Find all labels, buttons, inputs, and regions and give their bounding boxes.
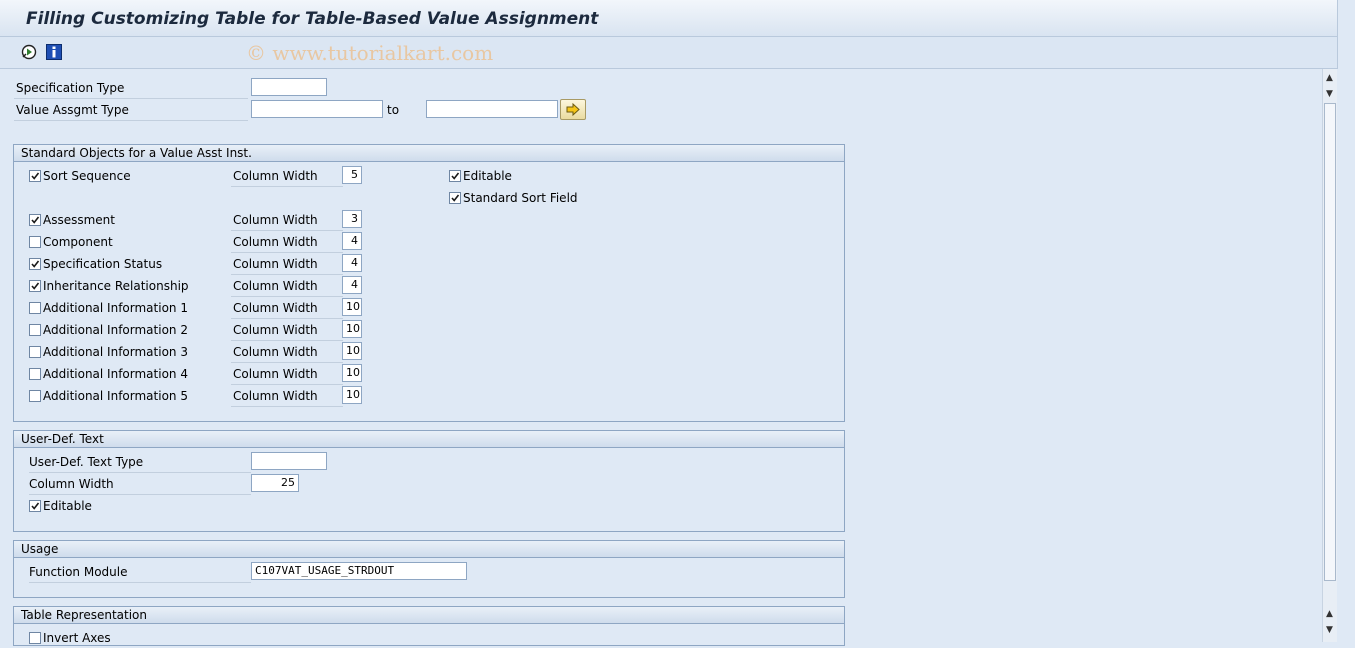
user-def-text-group: User-Def. Text User-Def. Text Type Colum… bbox=[13, 430, 845, 532]
sort-sequence-column-width-label: Column Width bbox=[231, 166, 343, 187]
sort-sequence-column-width-input[interactable]: 5 bbox=[342, 166, 362, 184]
specification-status-checkbox[interactable] bbox=[29, 258, 41, 270]
function-module-label: Function Module bbox=[29, 562, 251, 583]
additional-information-2-column-width-label: Column Width bbox=[231, 320, 343, 341]
additional-information-5-checkbox[interactable] bbox=[29, 390, 41, 402]
function-module-input[interactable]: C107VAT_USAGE_STRDOUT bbox=[251, 562, 467, 580]
additional-information-3-checkbox[interactable] bbox=[29, 346, 41, 358]
component-column-width-label: Column Width bbox=[231, 232, 343, 253]
vertical-scrollbar[interactable]: ▲ ▼ ▲ ▼ bbox=[1322, 69, 1337, 642]
usage-group: Usage Function Module C107VAT_USAGE_STRD… bbox=[13, 540, 845, 598]
value-assgmt-to-input[interactable] bbox=[426, 100, 558, 118]
user-text-width-label: Column Width bbox=[29, 474, 251, 495]
component-label: Component bbox=[43, 235, 113, 249]
title-bar: Filling Customizing Table for Table-Base… bbox=[0, 0, 1338, 37]
application-toolbar: © www.tutorialkart.com bbox=[0, 37, 1338, 69]
spec-type-input[interactable] bbox=[251, 78, 327, 96]
inheritance-relationship-column-width-input[interactable]: 4 bbox=[342, 276, 362, 294]
multiple-selection-button[interactable] bbox=[560, 99, 586, 120]
value-assgmt-label: Value Assgmt Type bbox=[14, 100, 248, 121]
additional-information-3-label: Additional Information 3 bbox=[43, 345, 188, 359]
info-icon[interactable] bbox=[46, 44, 62, 60]
user-text-editable-checkbox[interactable] bbox=[29, 500, 41, 512]
watermark: © www.tutorialkart.com bbox=[246, 41, 494, 65]
page-title: Filling Customizing Table for Table-Base… bbox=[26, 9, 599, 29]
additional-information-1-checkbox[interactable] bbox=[29, 302, 41, 314]
arrow-right-icon bbox=[566, 102, 580, 117]
sort-sequence-checkbox[interactable] bbox=[29, 170, 41, 182]
assessment-checkbox[interactable] bbox=[29, 214, 41, 226]
execute-icon[interactable] bbox=[21, 44, 37, 60]
additional-information-2-column-width-input[interactable]: 10 bbox=[342, 320, 362, 338]
table-representation-group: Table Representation Invert Axes bbox=[13, 606, 845, 646]
specification-status-label: Specification Status bbox=[43, 257, 163, 271]
standard-objects-heading: Standard Objects for a Value Asst Inst. bbox=[14, 145, 844, 162]
specification-status-column-width-label: Column Width bbox=[231, 254, 343, 275]
user-text-width-input[interactable]: 25 bbox=[251, 474, 299, 492]
additional-information-2-label: Additional Information 2 bbox=[43, 323, 188, 337]
assessment-label: Assessment bbox=[43, 213, 115, 227]
additional-information-4-column-width-label: Column Width bbox=[231, 364, 343, 385]
usage-heading: Usage bbox=[14, 541, 844, 558]
invert-axes-label: Invert Axes bbox=[43, 631, 111, 645]
additional-information-3-column-width-input[interactable]: 10 bbox=[342, 342, 362, 360]
editable-label: Editable bbox=[463, 169, 512, 183]
scroll-page-up-icon[interactable]: ▲ bbox=[1326, 609, 1333, 619]
scroll-down-icon[interactable]: ▼ bbox=[1326, 625, 1333, 635]
additional-information-2-checkbox[interactable] bbox=[29, 324, 41, 336]
scrollbar-thumb[interactable] bbox=[1324, 103, 1336, 581]
user-def-text-heading: User-Def. Text bbox=[14, 431, 844, 448]
user-text-editable-label: Editable bbox=[43, 499, 92, 513]
additional-information-4-checkbox[interactable] bbox=[29, 368, 41, 380]
inheritance-relationship-column-width-label: Column Width bbox=[231, 276, 343, 297]
scroll-page-down-icon[interactable]: ▼ bbox=[1326, 89, 1333, 99]
specification-status-column-width-input[interactable]: 4 bbox=[342, 254, 362, 272]
table-representation-heading: Table Representation bbox=[14, 607, 844, 624]
editable-checkbox[interactable] bbox=[449, 170, 461, 182]
inheritance-relationship-checkbox[interactable] bbox=[29, 280, 41, 292]
additional-information-1-label: Additional Information 1 bbox=[43, 301, 188, 315]
scroll-up-icon[interactable]: ▲ bbox=[1326, 73, 1333, 83]
additional-information-5-column-width-input[interactable]: 10 bbox=[342, 386, 362, 404]
main-content: Specification Type Value Assgmt Type to … bbox=[0, 69, 1322, 646]
standard-sort-field-label: Standard Sort Field bbox=[463, 191, 578, 205]
user-text-type-input[interactable] bbox=[251, 452, 327, 470]
standard-sort-field-checkbox[interactable] bbox=[449, 192, 461, 204]
additional-information-5-column-width-label: Column Width bbox=[231, 386, 343, 407]
component-checkbox[interactable] bbox=[29, 236, 41, 248]
standard-objects-group: Standard Objects for a Value Asst Inst. … bbox=[13, 144, 845, 422]
user-text-type-label: User-Def. Text Type bbox=[29, 452, 251, 473]
to-label: to bbox=[387, 103, 400, 117]
component-column-width-input[interactable]: 4 bbox=[342, 232, 362, 250]
additional-information-1-column-width-input[interactable]: 10 bbox=[342, 298, 362, 316]
sort-sequence-label: Sort Sequence bbox=[43, 169, 131, 183]
additional-information-1-column-width-label: Column Width bbox=[231, 298, 343, 319]
spec-type-label: Specification Type bbox=[14, 78, 248, 99]
assessment-column-width-label: Column Width bbox=[231, 210, 343, 231]
additional-information-4-column-width-input[interactable]: 10 bbox=[342, 364, 362, 382]
value-assgmt-from-input[interactable] bbox=[251, 100, 383, 118]
additional-information-4-label: Additional Information 4 bbox=[43, 367, 188, 381]
invert-axes-checkbox[interactable] bbox=[29, 632, 41, 644]
inheritance-relationship-label: Inheritance Relationship bbox=[43, 279, 189, 293]
additional-information-5-label: Additional Information 5 bbox=[43, 389, 188, 403]
assessment-column-width-input[interactable]: 3 bbox=[342, 210, 362, 228]
additional-information-3-column-width-label: Column Width bbox=[231, 342, 343, 363]
